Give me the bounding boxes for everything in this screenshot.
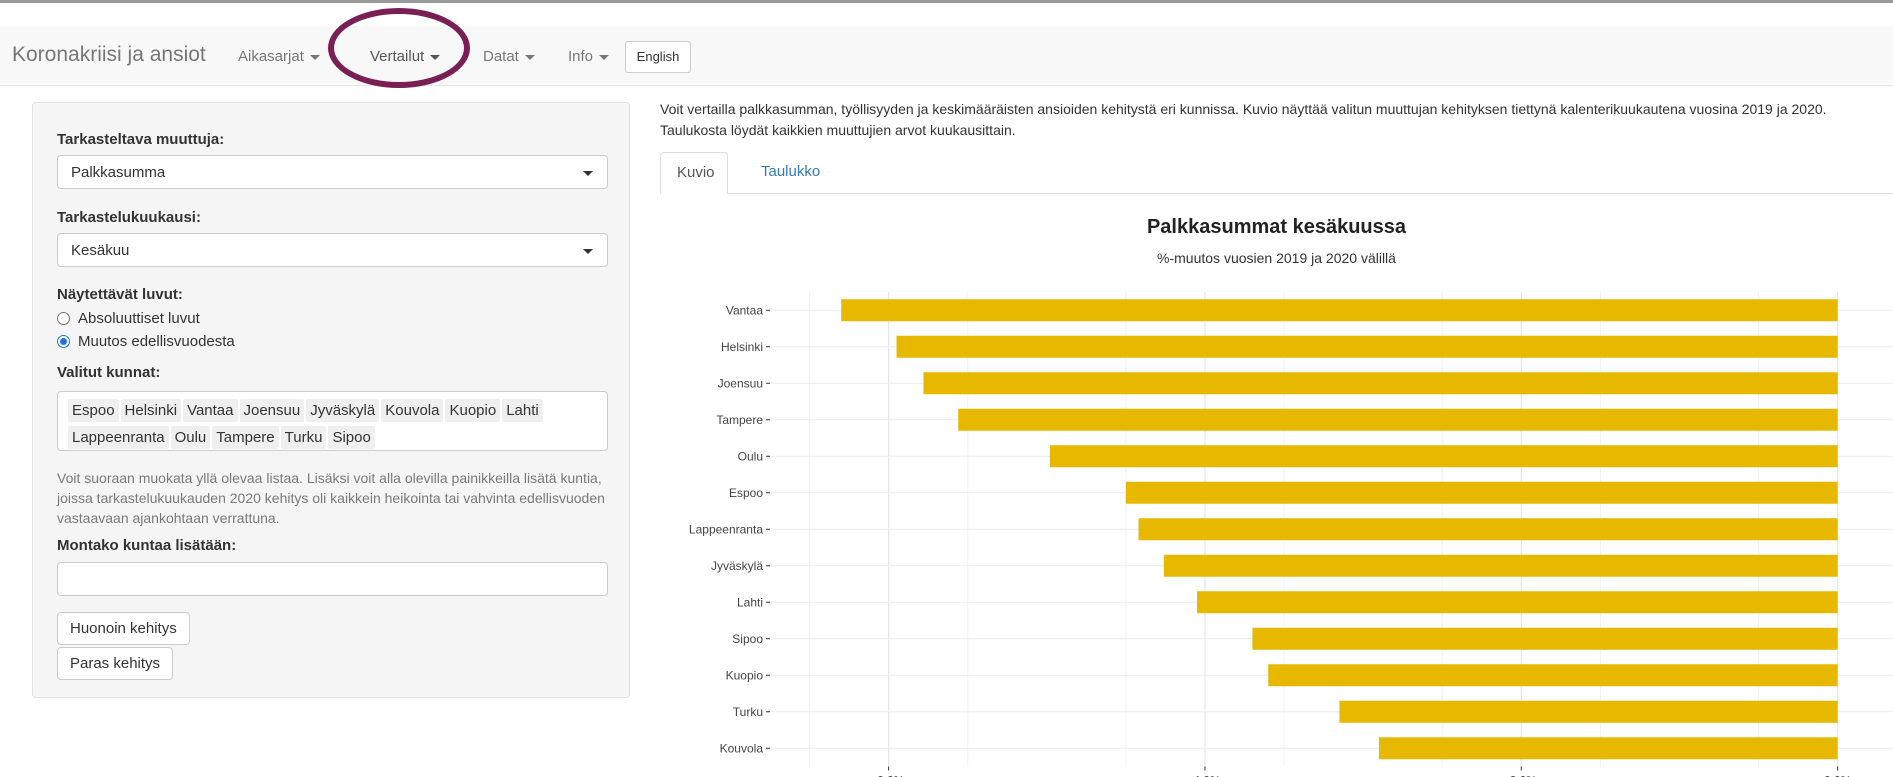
x-tick-label: -6.0% [873,774,905,777]
y-tick-label: Sipoo [732,632,763,646]
y-tick-label: Espoo [729,486,763,500]
bar-espoo [1125,481,1838,504]
x-tick-label: 0.0% [1824,774,1852,777]
y-tick-label: Jyväskylä [711,559,763,573]
bar-sipoo [1252,627,1838,650]
bar-turku [1339,700,1838,723]
bar-helsinki [896,335,1838,358]
y-tick-label: Vantaa [726,303,763,317]
y-tick-label: Oulu [738,449,763,463]
y-tick-label: Tampere [716,413,763,427]
y-tick-label: Lappeenranta [689,522,763,536]
bar-chart: Vantaa Helsinki Joensuu Tampere Oulu Espoo Lap… [689,292,1893,777]
y-tick-label: Joensuu [718,376,763,390]
bar-tampere [958,408,1838,431]
y-tick-label: Lahti [737,595,763,609]
bar-kouvola [1378,737,1838,760]
bar-lahti [1197,591,1838,614]
y-tick-label: Turku [733,705,763,719]
bar-kuopio [1268,664,1838,687]
bar-oulu [1049,445,1838,468]
y-tick-label: Helsinki [721,340,763,354]
x-tick-label: -4.0% [1189,774,1221,777]
y-tick-label: Kouvola [720,741,764,755]
bar-lappeenranta [1138,518,1838,541]
y-tick-label: Kuopio [726,668,764,682]
bar-joensuu [923,372,1838,395]
bar-jyväskylä [1163,554,1838,577]
bar-vantaa [841,299,1838,322]
x-tick-label: -2.0% [1506,774,1538,777]
